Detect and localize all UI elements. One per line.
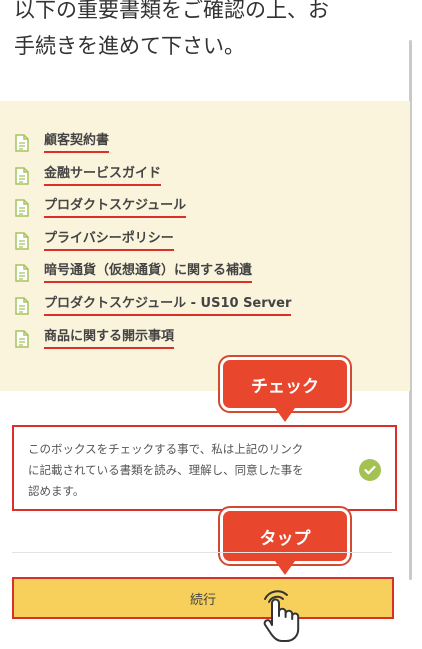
document-link-crypto-addendum[interactable]: 暗号通貨（仮想通貨）に関する補遺 — [44, 262, 253, 284]
document-item: 金融サービスガイド — [14, 165, 291, 198]
document-icon — [15, 264, 29, 283]
document-list: 顧客契約書 金融サービスガイド プロダクトスケジュール プライバシーポリシー 暗… — [14, 132, 292, 361]
document-item: プロダクトスケジュール - US10 Server — [14, 295, 292, 328]
tap-hand-icon — [263, 590, 300, 642]
documents-panel: 顧客契約書 金融サービスガイド プロダクトスケジュール プライバシーポリシー 暗… — [0, 101, 410, 391]
document-link-product-disclosure[interactable]: 商品に関する開示事項 — [44, 328, 175, 349]
document-link-privacy-policy[interactable]: プライバシーポリシー — [44, 230, 174, 251]
document-item: 顧客契約書 — [14, 132, 291, 165]
callout-tail — [275, 408, 295, 422]
document-link-financial-services-guide[interactable]: 金融サービスガイド — [44, 165, 162, 186]
document-item: 商品に関する開示事項 — [14, 328, 291, 361]
document-item: 暗号通貨（仮想通貨）に関する補遺 — [14, 262, 291, 295]
document-icon — [15, 329, 29, 348]
consent-checkbox[interactable]: このボックスをチェックする事で、私は上記のリンク に記載されている書類を読み、理… — [12, 425, 397, 511]
callout-tap-label: タップ — [259, 528, 311, 549]
document-icon — [15, 297, 29, 315]
document-icon — [15, 166, 29, 185]
document-link-customer-agreement[interactable]: 顧客契約書 — [44, 132, 110, 153]
document-icon — [15, 134, 29, 152]
callout-tail — [275, 561, 295, 575]
document-link-product-schedule-us10[interactable]: プロダクトスケジュール - US10 Server — [44, 295, 292, 316]
document-icon — [15, 232, 29, 250]
check-circle-icon[interactable] — [359, 459, 381, 481]
document-item: プライバシーポリシー — [14, 230, 291, 263]
document-link-product-schedule[interactable]: プロダクトスケジュール — [44, 197, 187, 219]
callout-check: チェック — [220, 357, 350, 422]
consent-text: このボックスをチェックする事で、私は上記のリンク に記載されている書類を読み、理… — [28, 442, 304, 498]
document-item: プロダクトスケジュール — [14, 197, 291, 230]
document-icon — [15, 199, 29, 217]
page-title: 以下の重要書類をご確認の上、お 手続きを進めて下さい。 — [14, 0, 329, 58]
continue-button[interactable]: 続行 — [12, 577, 394, 619]
callout-tap: タップ — [220, 508, 350, 575]
callout-check-label: チェック — [251, 376, 319, 397]
divider — [12, 552, 392, 553]
